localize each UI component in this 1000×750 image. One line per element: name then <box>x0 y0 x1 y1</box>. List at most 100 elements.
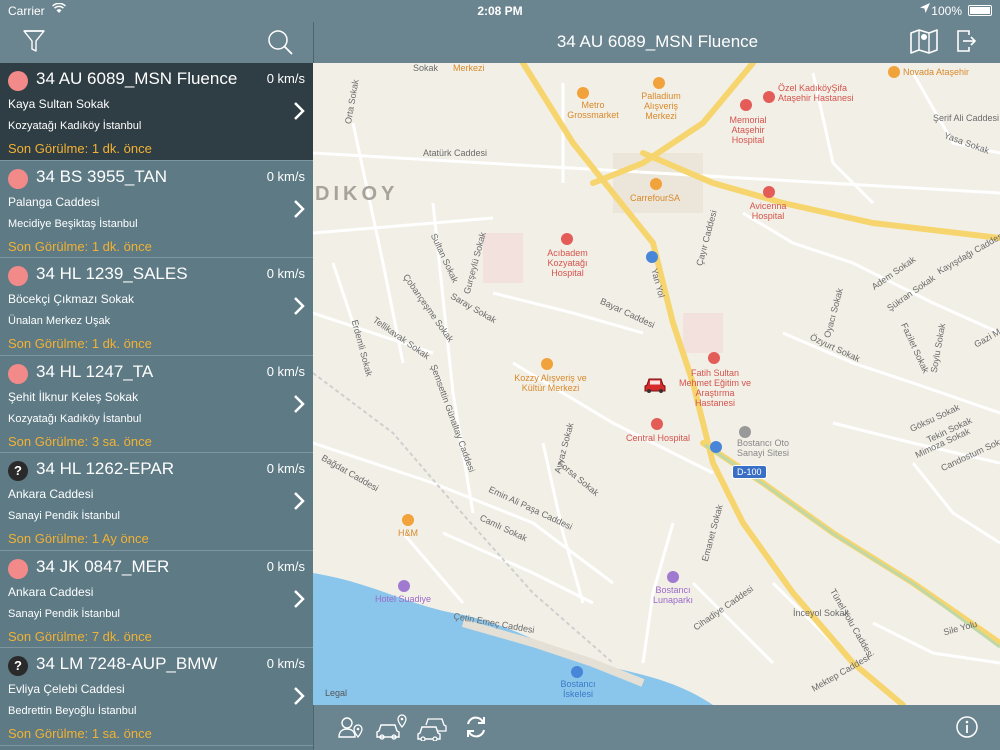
vehicle-speed: 0 km/s <box>266 656 305 671</box>
poi-label: Özel KadıköyŞifa Ataşehir Hastanesi <box>778 83 854 103</box>
search-icon[interactable] <box>266 28 294 56</box>
exit-icon[interactable] <box>955 28 977 54</box>
vehicle-plate: 34 BS 3955_TAN <box>36 166 168 186</box>
vehicle-city: Bedrettin Beyoğlu İstanbul <box>8 705 137 717</box>
vehicle-list-panel: 34 AU 6089_MSN Fluence 0 km/s Kaya Sulta… <box>0 22 313 750</box>
status-dot <box>8 71 28 91</box>
poi-label: Memorial Ataşehir Hospital <box>729 115 767 145</box>
map-icon[interactable] <box>909 28 939 54</box>
transit-pin-icon[interactable] <box>710 441 722 453</box>
hospital-pin-icon[interactable] <box>708 352 720 364</box>
status-dot <box>8 168 28 189</box>
vehicle-city: Ünalan Merkez Uşak <box>8 315 111 327</box>
chevron-right-icon[interactable] <box>293 199 305 219</box>
shopping-pin-icon[interactable] <box>888 66 900 78</box>
park-pin-icon[interactable] <box>667 571 679 583</box>
hospital-pin-icon[interactable] <box>763 186 775 198</box>
list-header <box>0 22 313 63</box>
vehicle-row[interactable]: 34 BS 3955_TAN 0 km/s Palanga Caddesi Me… <box>0 160 313 258</box>
poi-label: Avicenna Hospital <box>749 201 787 221</box>
last-seen: Son Görülme: 3 sa. önce <box>8 433 152 449</box>
vehicle-plate: 34 JK 0847_MER <box>36 556 170 576</box>
poi-pin-icon[interactable] <box>739 426 751 438</box>
vehicle-city: Kozyatağı Kadıköy İstanbul <box>8 120 142 132</box>
status-bar: Carrier 2:08 PM 100% <box>0 0 1000 22</box>
hospital-pin-icon[interactable] <box>763 91 775 103</box>
detail-header: 34 AU 6089_MSN Fluence <box>313 22 1000 63</box>
hospital-pin-icon[interactable] <box>561 233 573 245</box>
last-seen: Son Görülme: 7 dk. önce <box>8 628 152 644</box>
vehicle-street: Kaya Sultan Sokak <box>8 97 110 111</box>
filter-icon[interactable] <box>22 28 46 54</box>
chevron-right-icon[interactable] <box>293 589 305 609</box>
vehicle-row[interactable]: ? 34 LM 7248-AUP_BMW 0 km/s Evliya Çeleb… <box>0 648 313 746</box>
car-marker-icon[interactable] <box>644 376 666 394</box>
shopping-pin-icon[interactable] <box>650 178 662 190</box>
vehicle-row[interactable]: 34 HL 1239_SALES 0 km/s Böcekçi Çıkmazı … <box>0 258 313 356</box>
street-label: İnceyol Sokak <box>793 608 850 618</box>
shopping-pin-icon[interactable] <box>653 77 665 89</box>
page-title: 34 AU 6089_MSN Fluence <box>556 32 759 51</box>
status-dot <box>8 363 28 384</box>
battery-percent: 100% <box>931 4 962 18</box>
vehicle-street: Böcekçi Çıkmazı Sokak <box>8 292 135 306</box>
info-icon[interactable] <box>954 713 980 741</box>
vehicle-list: 34 AU 6089_MSN Fluence 0 km/s Kaya Sulta… <box>0 63 313 746</box>
shopping-pin-icon[interactable] <box>577 87 589 99</box>
pin-location-icon[interactable] <box>336 713 364 741</box>
car-location-icon[interactable] <box>376 713 408 741</box>
hotel-pin-icon[interactable] <box>398 580 410 592</box>
ferry-pin-icon[interactable] <box>571 666 583 678</box>
refresh-icon[interactable] <box>464 713 488 741</box>
hospital-pin-icon[interactable] <box>740 99 752 111</box>
chevron-right-icon[interactable] <box>293 394 305 414</box>
poi-label: Kozzy Alışveriş ve Kültür Merkezi <box>514 373 587 393</box>
last-seen: Son Görülme: 1 Ay önce <box>8 531 149 546</box>
clock: 2:08 PM <box>477 4 523 18</box>
poi-label: Hotel Suadiye <box>374 594 432 604</box>
vehicle-row[interactable]: 34 JK 0847_MER 0 km/s Ankara Caddesi San… <box>0 550 313 648</box>
legal-link[interactable]: Legal <box>325 688 347 698</box>
vehicle-speed: 0 km/s <box>266 363 305 379</box>
map-view[interactable]: DIKOY Atatürk Caddesi Orta Sokak Merkezi… <box>313 63 1000 705</box>
vehicle-row[interactable]: 34 AU 6089_MSN Fluence 0 km/s Kaya Sulta… <box>0 63 313 161</box>
poi-label: Bostancı Lunaparkı <box>652 585 694 605</box>
unknown-status-icon: ? <box>8 656 28 676</box>
last-seen: Son Görülme: 1 dk. önce <box>8 141 152 156</box>
shopping-pin-icon[interactable] <box>541 358 553 370</box>
vehicle-city: Kozyatağı Kadıköy İstanbul <box>8 412 142 425</box>
poi-label: Fatih Sultan Mehmet Eğitim ve Araştırma … <box>678 368 752 408</box>
cars-icon[interactable] <box>417 713 449 742</box>
status-dot <box>8 266 28 286</box>
vehicle-city: Mecidiye Beşiktaş İstanbul <box>8 217 138 230</box>
vehicle-street: Ankara Caddesi <box>8 584 94 599</box>
vehicle-row[interactable]: 34 HL 1247_TA 0 km/s Şehit İlknur Keleş … <box>0 355 313 453</box>
transit-pin-icon[interactable] <box>646 251 658 263</box>
vehicle-street: Ankara Caddesi <box>8 487 94 501</box>
vehicle-street: Şehit İlknur Keleş Sokak <box>8 389 139 404</box>
shopping-pin-icon[interactable] <box>402 514 414 526</box>
chevron-right-icon[interactable] <box>293 491 305 511</box>
poi-label: H&M <box>398 528 418 538</box>
vehicle-row[interactable]: ? 34 HL 1262-EPAR 0 km/s Ankara Caddesi … <box>0 453 313 551</box>
poi-label: Metro Grossmarket <box>567 100 619 120</box>
street-label: Merkezi <box>453 63 485 73</box>
hospital-pin-icon[interactable] <box>651 418 663 430</box>
vehicle-plate: 34 HL 1247_TA <box>36 361 154 381</box>
chevron-right-icon[interactable] <box>293 686 305 706</box>
chevron-right-icon[interactable] <box>293 296 305 316</box>
unknown-status-icon: ? <box>8 461 28 481</box>
vehicle-speed: 0 km/s <box>266 71 305 86</box>
chevron-right-icon[interactable] <box>293 101 305 121</box>
street-label: Sokak <box>413 63 439 73</box>
poi-label: Central Hospital <box>625 433 691 443</box>
vehicle-speed: 0 km/s <box>266 461 305 476</box>
street-label: Şerif Ali Caddesi <box>933 113 1000 123</box>
vehicle-plate: 34 LM 7248-AUP_BMW <box>36 654 218 673</box>
vehicle-plate: 34 HL 1262-EPAR <box>36 459 174 478</box>
location-arrow-icon <box>920 3 930 16</box>
vehicle-speed: 0 km/s <box>266 558 305 574</box>
last-seen: Son Görülme: 1 dk. önce <box>8 238 152 254</box>
battery-icon <box>968 5 992 16</box>
bottom-toolbar <box>313 705 1000 750</box>
